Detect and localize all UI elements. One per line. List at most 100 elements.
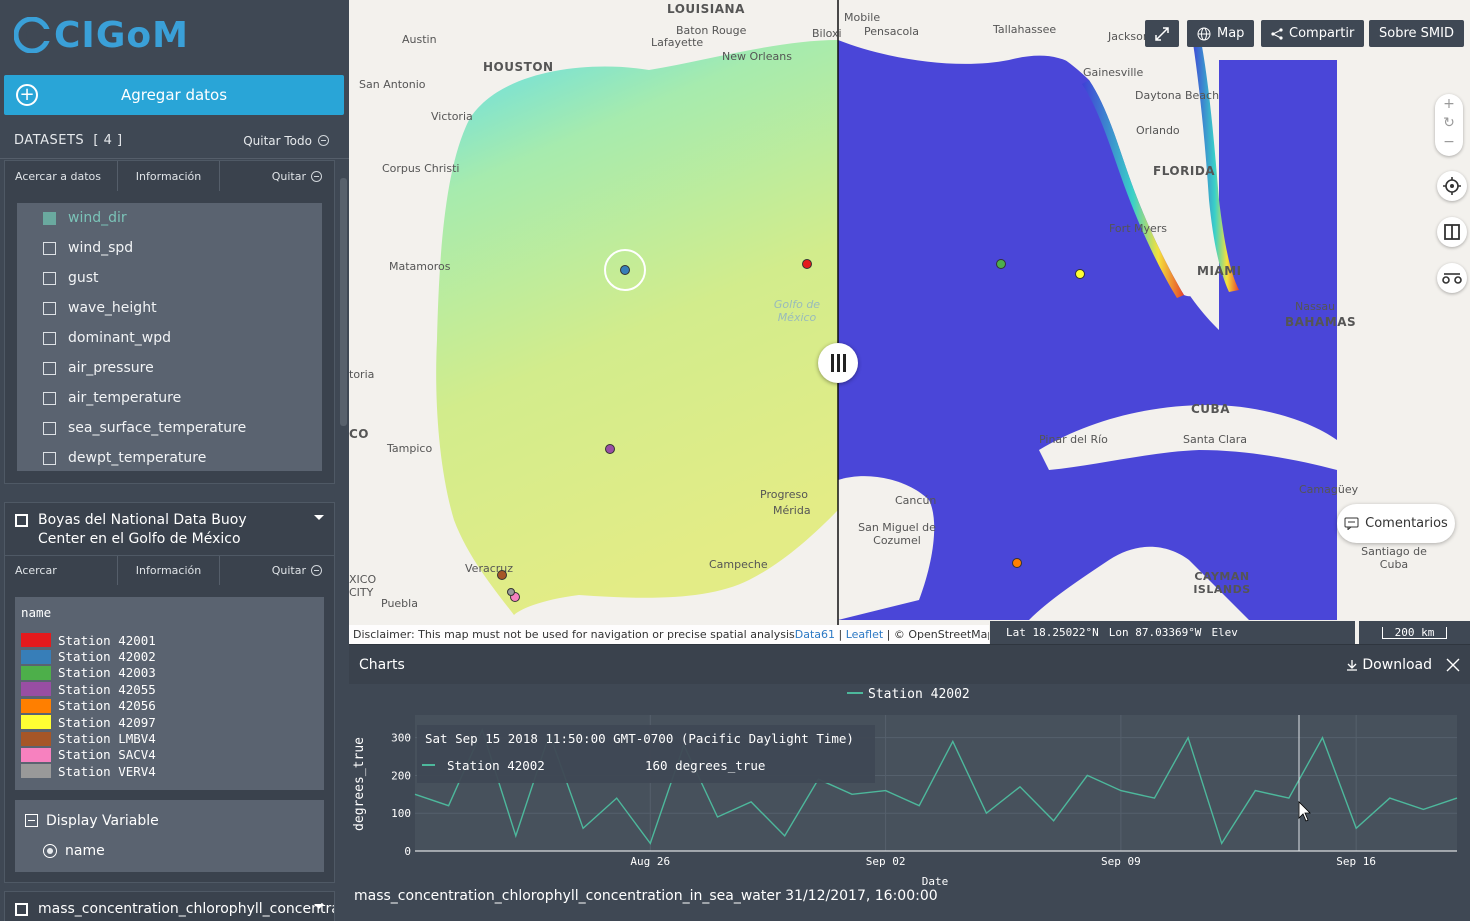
y-axis: 0 100 200 300: [391, 732, 411, 858]
fullscreen-button[interactable]: [1145, 20, 1179, 47]
place-label: Gainesville: [1083, 66, 1144, 79]
chart-legend: Station 42002: [847, 687, 970, 702]
zoom-out-icon[interactable]: −: [1435, 133, 1463, 152]
variable-item[interactable]: sea_surface_temperature: [17, 413, 322, 443]
elevation: Elev: [1211, 626, 1238, 639]
data61-link[interactable]: Data61: [795, 628, 835, 641]
download-icon: [1347, 659, 1358, 671]
y-tick-label: 200: [391, 769, 411, 782]
datasets-header: DATASETS [ 4 ] Quitar Todo: [0, 123, 349, 159]
locate-button[interactable]: [1437, 171, 1467, 201]
variable-label: wind_dir: [68, 210, 127, 226]
station-marker-verv4[interactable]: [507, 588, 515, 596]
variable-item[interactable]: dewpt_temperature: [17, 443, 322, 471]
dataset-checkbox[interactable]: [15, 902, 28, 916]
place-label: XICO CITY: [349, 573, 377, 599]
place-label: Mobile: [844, 11, 881, 24]
variable-item[interactable]: wind_dir: [17, 203, 322, 233]
sidebar-scrollbar[interactable]: [340, 178, 347, 426]
info-button[interactable]: Información: [118, 556, 221, 585]
split-handle[interactable]: [818, 343, 858, 383]
checkbox[interactable]: [43, 301, 56, 315]
variable-label: wind_spd: [68, 240, 134, 256]
station-marker-42097[interactable]: [1075, 269, 1085, 279]
legend-swatch: [21, 715, 51, 730]
zoom-in-icon[interactable]: +: [1435, 95, 1463, 114]
map-view[interactable]: LOUISIANA Baton Rouge Lafayette New Orle…: [349, 0, 1470, 644]
share-icon: [1271, 27, 1283, 40]
place-label: Cancún: [895, 494, 937, 507]
place-label: San Miguel de Cozumel: [858, 521, 936, 547]
dataset-title-row[interactable]: Boyas del National Data Buoy Center en e…: [5, 503, 334, 555]
checkbox[interactable]: [43, 361, 56, 375]
display-variable-header[interactable]: Display Variable: [25, 806, 314, 836]
place-label: Orlando: [1136, 124, 1180, 137]
dataset-title: Boyas del National Data Buoy Center en e…: [38, 512, 247, 547]
share-button[interactable]: Compartir: [1261, 20, 1365, 47]
checkbox[interactable]: [43, 271, 56, 285]
radio-button[interactable]: [43, 843, 57, 858]
map-settings-button[interactable]: Map: [1187, 20, 1255, 47]
comments-button[interactable]: Comentarios: [1337, 504, 1455, 543]
station-marker-42003[interactable]: [996, 259, 1006, 269]
checkbox[interactable]: [43, 331, 56, 345]
dataset-title: mass_concentration_chlorophyll_concentra…: [38, 900, 334, 917]
variable-item[interactable]: wind_spd: [17, 233, 322, 263]
dataset-title-row[interactable]: mass_concentration_chlorophyll_concentra…: [5, 892, 334, 921]
info-button[interactable]: Información: [118, 161, 221, 191]
checkbox[interactable]: [43, 211, 56, 225]
checkbox[interactable]: [43, 391, 56, 405]
datasets-title-text: DATASETS: [14, 133, 85, 148]
zoom-to-data-button[interactable]: Acercar a datos: [5, 161, 118, 191]
leaflet-link[interactable]: Leaflet: [846, 628, 883, 641]
station-marker-42055[interactable]: [605, 444, 615, 454]
remove-all-button[interactable]: Quitar Todo: [243, 134, 329, 148]
caret-down-icon[interactable]: [314, 515, 324, 520]
cigom-logo[interactable]: CIGoM: [14, 14, 189, 56]
zoom-button[interactable]: Acercar: [5, 556, 118, 585]
place-label: toria: [349, 368, 375, 381]
remove-button[interactable]: Quitar: [220, 161, 334, 191]
sidebar: CIGoM + Agregar datos DATASETS [ 4 ] Qui…: [0, 0, 349, 921]
refresh-icon[interactable]: ↻: [1435, 114, 1463, 133]
about-button[interactable]: Sobre SMID: [1369, 20, 1464, 47]
station-marker-lmbv4[interactable]: [497, 570, 507, 580]
checkbox[interactable]: [43, 421, 56, 435]
y-axis-label: degrees_true: [352, 737, 367, 831]
variable-item[interactable]: gust: [17, 263, 322, 293]
remove-button[interactable]: Quitar: [220, 556, 334, 585]
place-label: Fort Myers: [1109, 222, 1168, 235]
collapse-icon[interactable]: [25, 814, 38, 828]
expand-icon: [1155, 26, 1169, 41]
dataset-checkbox[interactable]: [15, 514, 28, 527]
measure-button[interactable]: [1437, 263, 1467, 293]
minus-circle-icon: [311, 565, 323, 576]
variable-item[interactable]: air_pressure: [17, 353, 322, 383]
station-marker-42001[interactable]: [802, 259, 812, 269]
split-view-button[interactable]: [1437, 217, 1467, 247]
variable-item[interactable]: dominant_wpd: [17, 323, 322, 353]
add-data-button[interactable]: + Agregar datos: [4, 75, 344, 115]
charts-actions: Download: [1346, 657, 1460, 673]
tooltip-date: Sat Sep 15 2018 11:50:00 GMT-0700 (Pacif…: [425, 731, 854, 746]
line-chart[interactable]: Station 42002 0 100 200 300 Aug 26 Sep 02 Sep…: [349, 684, 1470, 888]
osm-attribution: | © OpenStreetMap contributors O: [886, 628, 989, 641]
datasets-list: Acercar a datos Información Quitar wind_…: [4, 160, 335, 921]
map-button-label: Map: [1217, 26, 1245, 41]
variable-item[interactable]: wave_height: [17, 293, 322, 323]
remove-label: Quitar: [271, 564, 307, 577]
place-label: New Orleans: [722, 50, 792, 63]
variable-label: dominant_wpd: [68, 330, 172, 346]
caret-down-icon[interactable]: [314, 903, 324, 909]
station-legend: name Station 42001 Station 42002 Station 4…: [15, 597, 324, 790]
station-marker-42056[interactable]: [1012, 558, 1022, 568]
crosshair-icon: [1443, 177, 1461, 195]
variable-item[interactable]: air_temperature: [17, 383, 322, 413]
close-icon[interactable]: [1446, 658, 1460, 672]
checkbox[interactable]: [43, 451, 56, 465]
station-marker-42002[interactable]: [620, 265, 630, 275]
selected-station-42002[interactable]: [604, 249, 646, 291]
checkbox[interactable]: [43, 241, 56, 255]
download-button[interactable]: Download: [1346, 657, 1432, 673]
display-variable-option[interactable]: name: [25, 836, 314, 866]
